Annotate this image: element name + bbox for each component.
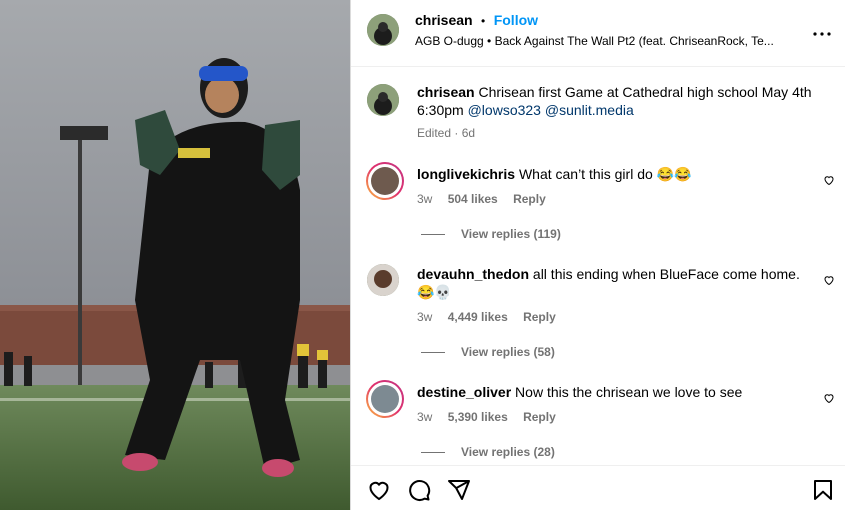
view-replies-button[interactable]: View replies (119): [421, 227, 561, 241]
view-replies-button[interactable]: View replies (28): [421, 445, 555, 459]
comment-username[interactable]: longlivekichris: [417, 166, 515, 182]
comment-avatar[interactable]: [367, 264, 399, 296]
caption-author-avatar[interactable]: [367, 84, 399, 116]
view-replies-label: View replies (119): [461, 227, 561, 241]
comment-time[interactable]: 3w: [417, 410, 432, 424]
heart-icon[interactable]: [823, 174, 835, 186]
comment-meta: 3w 5,390 likes Reply: [417, 410, 556, 424]
comment-body: devauhn_thedon all this ending when Blue…: [417, 265, 817, 301]
comment-likes[interactable]: 504 likes: [448, 192, 498, 206]
divider-line: [421, 351, 445, 353]
post-caption: chrisean Chrisean first Game at Cathedra…: [417, 83, 817, 119]
heart-icon[interactable]: [823, 274, 835, 286]
comment-text: all this ending when BlueFace come home.: [532, 266, 800, 282]
comment-text: Now this the chrisean we love to see: [515, 384, 743, 400]
comment-reply-button[interactable]: Reply: [523, 310, 556, 324]
share-icon[interactable]: [447, 478, 471, 502]
separator-dot: •: [481, 14, 486, 28]
comment-avatar[interactable]: [366, 380, 404, 418]
comment-meta: 3w 4,449 likes Reply: [417, 310, 556, 324]
comment-likes[interactable]: 4,449 likes: [448, 310, 508, 324]
comment-text: What can’t this girl do 😂😂: [518, 166, 692, 182]
author-avatar[interactable]: [367, 14, 399, 46]
comment-username[interactable]: destine_oliver: [417, 384, 511, 400]
view-replies-label: View replies (28): [461, 445, 555, 459]
mention-link[interactable]: @sunlit.media: [545, 102, 634, 118]
author-username[interactable]: chrisean: [415, 12, 473, 28]
comment-avatar-image: [371, 167, 399, 195]
comment-reply-button[interactable]: Reply: [523, 410, 556, 424]
comment-text-emoji: 😂💀: [417, 284, 452, 300]
comment-icon[interactable]: [407, 478, 431, 502]
comment-time[interactable]: 3w: [417, 310, 432, 324]
more-options-icon[interactable]: [813, 20, 831, 41]
comment-body: destine_oliver Now this the chrisean we …: [417, 383, 742, 401]
edited-timestamp: Edited · 6d: [417, 126, 476, 140]
post-header: chrisean • Follow AGB O-dugg • Back Agai…: [351, 0, 845, 67]
post-video-frame: [0, 0, 350, 510]
comment-likes[interactable]: 5,390 likes: [448, 410, 508, 424]
post-media[interactable]: [0, 0, 350, 510]
comment-username[interactable]: devauhn_thedon: [417, 266, 529, 282]
more-options-glyph: [813, 32, 831, 36]
view-replies-label: View replies (58): [461, 345, 555, 359]
bookmark-icon[interactable]: [811, 478, 835, 502]
comment-meta: 3w 504 likes Reply: [417, 192, 546, 206]
caption-avatar-image: [367, 84, 399, 116]
comment-avatar-image: [367, 264, 399, 296]
comment-avatar-image: [371, 385, 399, 413]
post-side-panel: chrisean • Follow AGB O-dugg • Back Agai…: [350, 0, 845, 510]
comment-avatar[interactable]: [366, 162, 404, 200]
heart-icon[interactable]: [367, 478, 391, 502]
follow-button[interactable]: Follow: [494, 12, 538, 28]
divider-line: [421, 233, 445, 235]
comment-time[interactable]: 3w: [417, 192, 432, 206]
author-avatar-image: [367, 14, 399, 46]
post-action-bar: [351, 465, 845, 510]
audio-track-link[interactable]: AGB O-dugg • Back Against The Wall Pt2 (…: [415, 34, 805, 48]
view-replies-button[interactable]: View replies (58): [421, 345, 555, 359]
mention-link[interactable]: @lowso323: [468, 102, 541, 118]
heart-icon[interactable]: [823, 392, 835, 404]
divider-line: [421, 451, 445, 453]
comment-body: longlivekichris What can’t this girl do …: [417, 165, 692, 183]
caption-username[interactable]: chrisean: [417, 84, 475, 100]
comment-reply-button[interactable]: Reply: [513, 192, 546, 206]
